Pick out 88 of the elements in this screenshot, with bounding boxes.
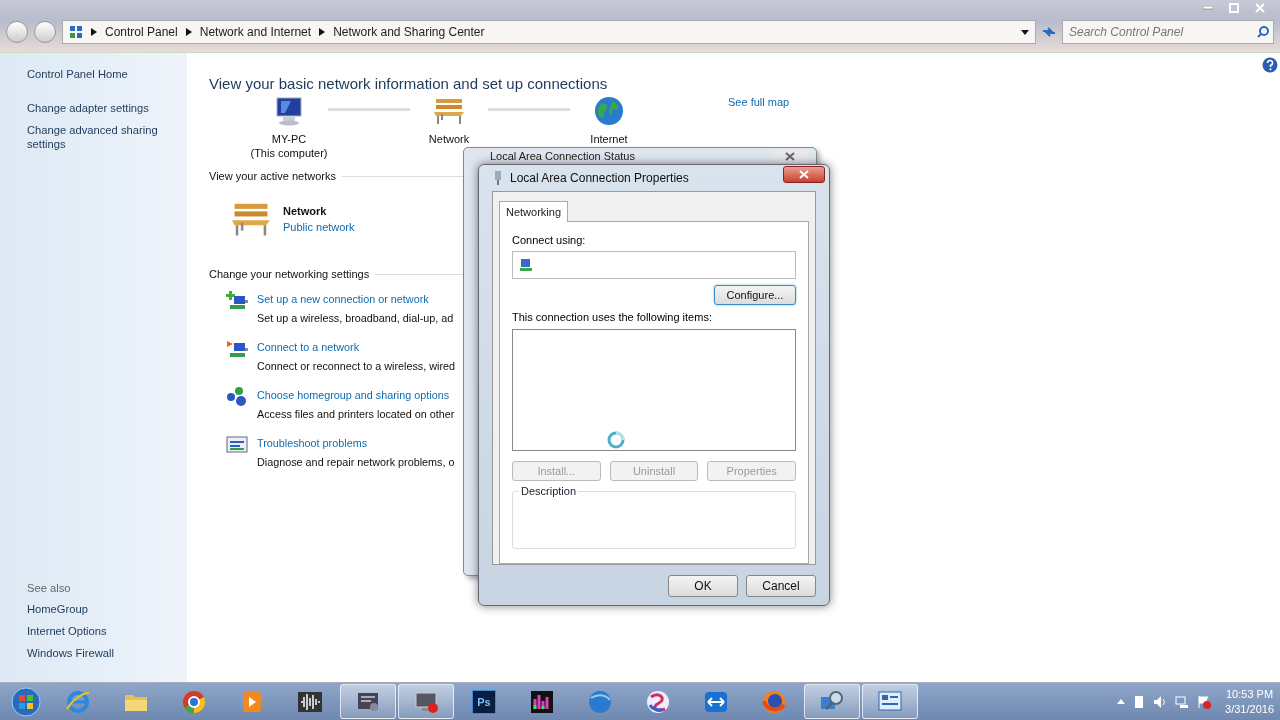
task-link[interactable]: Choose homegroup and sharing options (257, 386, 455, 405)
device-icon[interactable] (1133, 694, 1146, 709)
items-label: This connection uses the following items: (512, 311, 713, 323)
refresh-button[interactable] (1042, 26, 1056, 38)
taskbar-button[interactable] (862, 684, 918, 719)
action-center-icon[interactable] (1197, 694, 1212, 709)
control-panel-icon (69, 25, 83, 39)
sidebar-link[interactable]: Change advanced sharing settings (27, 123, 187, 151)
bench-icon (432, 96, 466, 126)
globe-icon (594, 96, 624, 126)
forward-button[interactable] (34, 21, 56, 43)
close-icon (785, 151, 795, 161)
network-icon[interactable] (1175, 694, 1190, 709)
section-heading: View your active networks (209, 170, 336, 182)
section-heading: Change your networking settings (209, 268, 370, 280)
see-full-map-link[interactable]: See full map (728, 96, 790, 108)
dialog-button[interactable]: Cancel (746, 575, 816, 597)
taskbar-button[interactable] (340, 684, 396, 719)
task-description: Access files and printers located on other (257, 407, 455, 422)
chevron-icon (319, 28, 326, 36)
network-type-link[interactable]: Public network (283, 221, 355, 233)
network-adapter-icon (519, 258, 533, 272)
homegroup-icon (225, 386, 249, 408)
address-bar[interactable]: Control Panel Network and Internet Network and Sharing Center (62, 20, 1036, 44)
dialog-title: Local Area Connection Properties (510, 171, 689, 185)
map-label: Network (428, 132, 470, 146)
map-sublabel: (This computer) (250, 146, 328, 160)
help-icon[interactable] (1262, 57, 1278, 73)
task-link[interactable]: Connect to a network (257, 338, 456, 357)
configure-button[interactable]: Configure... (714, 285, 796, 305)
refresh-icon (1042, 26, 1056, 38)
search-icon (1257, 26, 1269, 38)
search-field[interactable]: Search Control Panel (1062, 20, 1274, 44)
volume-icon[interactable] (1153, 694, 1168, 709)
description-label: Description (519, 485, 579, 497)
back-button[interactable] (6, 21, 28, 43)
sidebar-link[interactable]: Control Panel Home (27, 67, 187, 81)
task-link[interactable]: Set up a new connection or network (257, 290, 454, 309)
breadcrumb[interactable]: Network and Sharing Center (333, 25, 485, 39)
app-tile-label: Ps (472, 689, 496, 714)
items-list[interactable] (512, 329, 796, 451)
task-description: Diagnose and repair network problems, o (257, 455, 455, 470)
dropdown-icon[interactable] (1021, 29, 1029, 35)
troubleshoot-icon (225, 434, 249, 456)
close-button[interactable] (783, 166, 825, 183)
close-button[interactable] (772, 149, 808, 163)
see-also-link[interactable]: Windows Firewall (27, 646, 187, 660)
browser-icon (181, 688, 207, 715)
breadcrumb[interactable]: Network and Internet (199, 25, 312, 39)
browser-icon (65, 688, 91, 715)
network-connect-icon (225, 338, 249, 360)
chevron-icon (185, 28, 192, 36)
restore-icon (1229, 3, 1239, 13)
sidebar-link[interactable]: Change adapter settings (27, 101, 187, 115)
show-hidden-icons-icon[interactable] (1117, 699, 1126, 704)
network-name: Network (283, 205, 328, 217)
map-label: MY-PC (271, 132, 307, 146)
task-description: Connect or reconnect to a wireless, wired (257, 359, 456, 374)
taskbar-button[interactable] (398, 684, 454, 719)
chevron-icon (91, 28, 97, 36)
dialog-title: Local Area Connection Status (489, 149, 636, 162)
computer-icon (273, 96, 305, 126)
browser-icon (761, 688, 787, 715)
page-heading: View your basic network information and set up connections (209, 75, 609, 92)
network-adapter-icon (494, 171, 502, 185)
close-icon (799, 170, 809, 179)
taskbar-button[interactable] (804, 684, 860, 719)
see-also-heading: See also (27, 582, 72, 594)
windows-logo-icon (11, 686, 41, 717)
loading-spinner-icon (606, 430, 626, 450)
tab[interactable]: Networking (499, 201, 569, 222)
swirl-icon (645, 688, 671, 715)
see-also-link[interactable]: Internet Options (27, 624, 187, 638)
see-also-link[interactable]: HomeGroup (27, 602, 187, 616)
taskbar-button[interactable]: Ps (456, 684, 512, 719)
dialog-button[interactable]: OK (668, 575, 738, 597)
breadcrumb[interactable]: Control Panel (105, 25, 178, 39)
clock-time: 10:53 PM (1226, 686, 1274, 702)
close-icon (1255, 3, 1265, 13)
connect-using-label: Connect using: (512, 234, 587, 246)
task-description: Set up a wireless, broadband, dial-up, ad (257, 311, 454, 326)
minimize-icon (1203, 6, 1213, 10)
task-link[interactable]: Troubleshoot problems (257, 434, 455, 453)
clock-date: 3/31/2016 (1225, 701, 1274, 717)
sphere-icon (587, 688, 613, 715)
map-label: Internet (590, 132, 628, 146)
network-add-icon (225, 290, 249, 312)
equalizer-icon (529, 688, 555, 715)
